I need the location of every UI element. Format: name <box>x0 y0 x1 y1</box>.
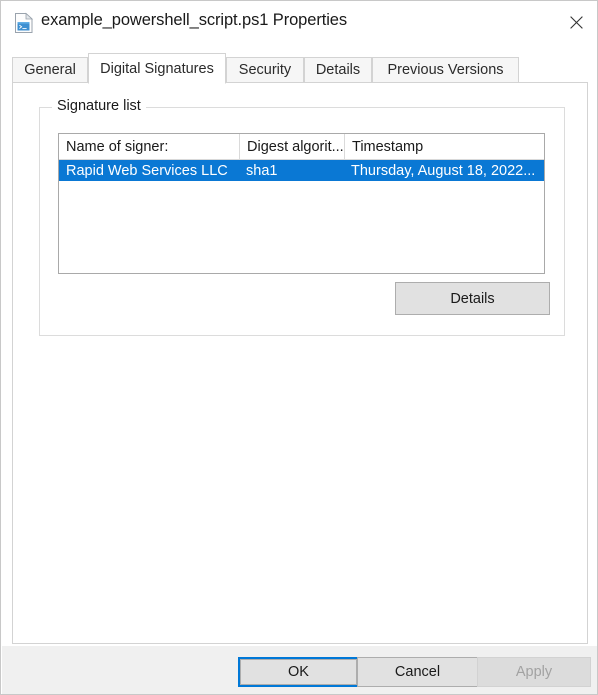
window-title: example_powershell_script.ps1 Properties <box>41 11 347 29</box>
column-header-label: Digest algorit... <box>247 138 344 155</box>
tab-security[interactable]: Security <box>226 57 304 83</box>
tab-digital-signatures[interactable]: Digital Signatures <box>88 53 226 84</box>
tab-label: Details <box>315 62 361 78</box>
signature-list[interactable]: Name of signer: Digest algorit... Timest… <box>58 133 545 274</box>
tab-label: Digital Signatures <box>100 60 214 77</box>
cell-name-of-signer: Rapid Web Services LLC <box>59 160 239 181</box>
tab-details[interactable]: Details <box>304 57 372 83</box>
title-bar: example_powershell_script.ps1 Properties <box>1 1 597 45</box>
ok-button-focus-ring: OK <box>238 657 359 687</box>
signature-list-header: Name of signer: Digest algorit... Timest… <box>59 134 544 160</box>
apply-button-label: Apply <box>515 664 553 680</box>
cell-digest-algorithm: sha1 <box>239 160 344 181</box>
cell-text: Thursday, August 18, 2022... <box>351 162 536 179</box>
tab-label: Security <box>238 62 292 78</box>
cancel-button-label: Cancel <box>394 664 441 680</box>
properties-dialog: example_powershell_script.ps1 Properties… <box>0 0 598 695</box>
column-header-timestamp[interactable]: Timestamp <box>344 134 544 159</box>
close-icon[interactable] <box>553 1 597 43</box>
tab-label: Previous Versions <box>387 62 504 78</box>
details-button-label: Details <box>450 290 495 307</box>
tab-previous-versions[interactable]: Previous Versions <box>372 57 519 83</box>
signature-list-groupbox: Signature list Name of signer: Digest al… <box>39 98 565 336</box>
tab-strip: General Digital Signatures Security Deta… <box>12 53 588 84</box>
column-header-label: Name of signer: <box>66 138 169 155</box>
tab-label: General <box>24 62 76 78</box>
table-row[interactable]: Rapid Web Services LLC sha1 Thursday, Au… <box>59 160 544 181</box>
cell-text: Rapid Web Services LLC <box>66 162 228 179</box>
cancel-button[interactable]: Cancel <box>357 657 478 687</box>
ok-button-label: OK <box>288 664 309 680</box>
tab-general[interactable]: General <box>12 57 88 83</box>
ok-button[interactable]: OK <box>240 659 357 685</box>
column-header-name-of-signer[interactable]: Name of signer: <box>59 134 239 159</box>
details-button[interactable]: Details <box>395 282 550 315</box>
column-header-label: Timestamp <box>352 138 424 155</box>
powershell-script-file-icon <box>14 12 34 34</box>
signature-list-label: Signature list <box>52 98 146 114</box>
cell-timestamp: Thursday, August 18, 2022... <box>344 160 544 181</box>
digital-signatures-panel: Signature list Name of signer: Digest al… <box>12 82 588 644</box>
column-header-digest-algorithm[interactable]: Digest algorit... <box>239 134 344 159</box>
cell-text: sha1 <box>246 162 278 179</box>
apply-button: Apply <box>477 657 591 687</box>
